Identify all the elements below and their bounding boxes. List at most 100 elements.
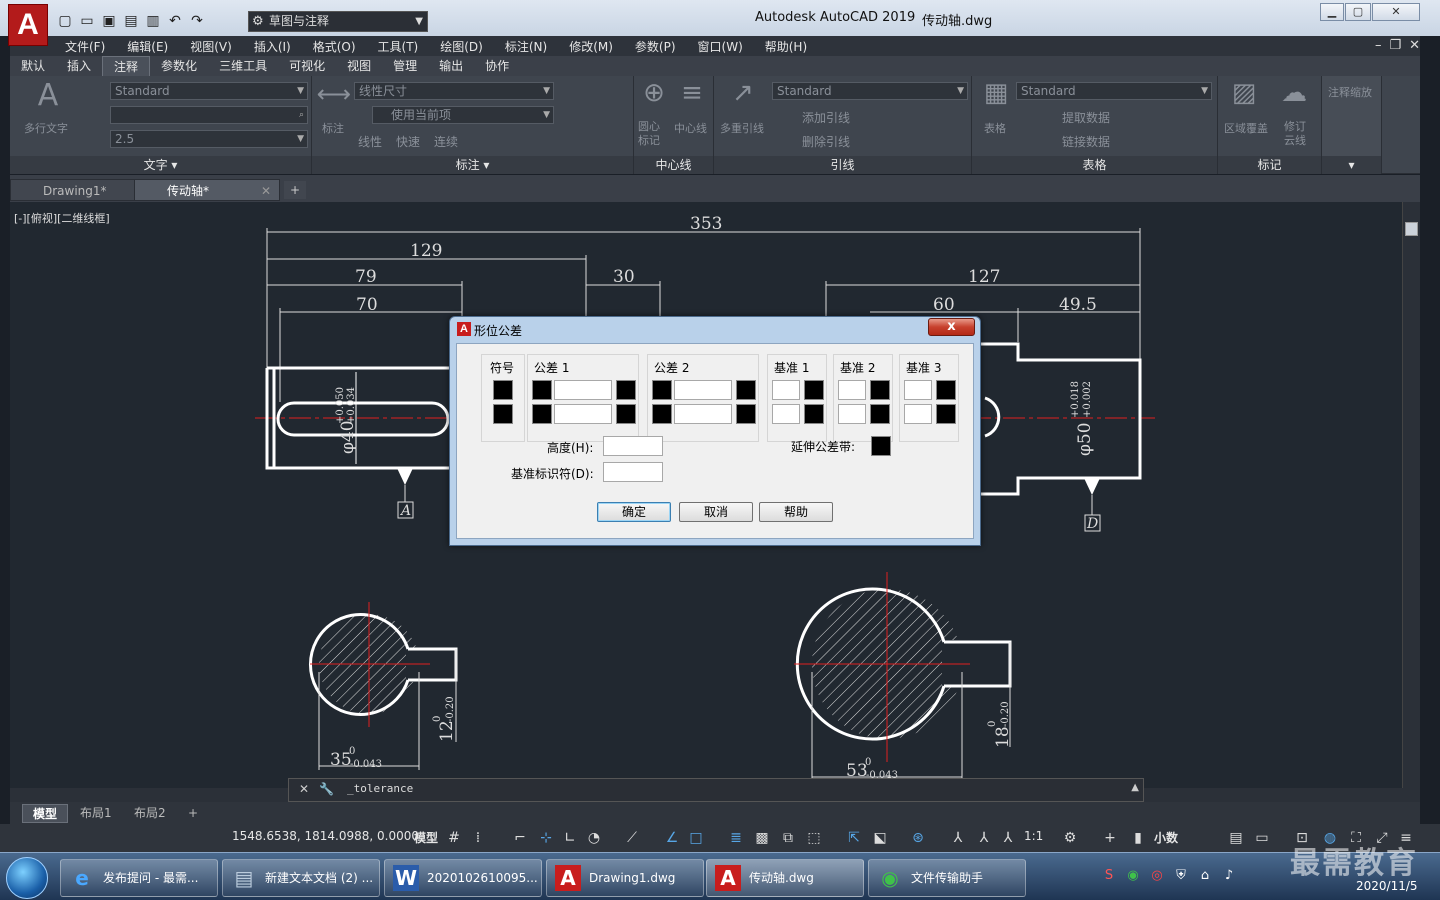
- tab-model[interactable]: 模型: [22, 804, 69, 823]
- menu-item-9[interactable]: 参数(P): [624, 38, 687, 55]
- material-2-button[interactable]: [736, 380, 756, 400]
- start-button[interactable]: [6, 857, 48, 899]
- task-notepad[interactable]: ▤ 新建文本文档 (2) ...: [222, 859, 380, 897]
- ribbon-tab-7[interactable]: 管理: [382, 56, 428, 76]
- task-word[interactable]: W 2020102610095...: [384, 859, 542, 897]
- lineweight-icon[interactable]: ≣: [726, 828, 746, 848]
- task-wechat[interactable]: ◉ 文件传输助手: [868, 859, 1026, 897]
- datum-1-input[interactable]: [772, 380, 800, 400]
- ribbon-tab-0[interactable]: 默认: [10, 56, 56, 76]
- text-height-combo[interactable]: 2.5 ▼: [110, 130, 308, 148]
- ribbon-tab-4[interactable]: 三维工具: [208, 56, 278, 76]
- osnap-icon[interactable]: □: [686, 828, 706, 848]
- shield-icon[interactable]: ⛨: [1172, 867, 1190, 885]
- weibo-icon[interactable]: ◎: [1148, 867, 1166, 885]
- dim-style-combo[interactable]: 线性尺寸 ▼: [354, 82, 554, 100]
- ribbon-tab-5[interactable]: 可视化: [278, 56, 336, 76]
- material-1-button[interactable]: [616, 380, 636, 400]
- datum-3-input[interactable]: [904, 380, 932, 400]
- dialog-close-button[interactable]: x: [928, 318, 975, 336]
- selection-filter-icon[interactable]: ⬕: [870, 828, 890, 848]
- chevron-up-icon[interactable]: ▲: [1131, 782, 1139, 793]
- menu-item-0[interactable]: 文件(F): [54, 38, 116, 55]
- tolerance-1-value-input[interactable]: [554, 380, 612, 400]
- command-line[interactable]: ✕ 🔧 _tolerance ▲: [288, 778, 1144, 802]
- dimension-icon[interactable]: ⟷: [316, 80, 352, 108]
- add-leader-button[interactable]: 添加引线: [802, 109, 850, 126]
- minimize-button[interactable]: ▁: [1320, 3, 1344, 21]
- tab-layout2[interactable]: 布局2: [124, 804, 176, 823]
- text-find-input[interactable]: ⌕: [110, 106, 308, 124]
- new-file-icon[interactable]: ▢: [56, 12, 74, 30]
- vertical-scrollbar[interactable]: [1402, 202, 1420, 788]
- dia-2-button[interactable]: [652, 380, 672, 400]
- table-icon[interactable]: ▦: [976, 78, 1016, 108]
- ribbon-tab-1[interactable]: 插入: [56, 56, 102, 76]
- app-logo-button[interactable]: A: [8, 4, 48, 46]
- table-style-combo[interactable]: Standard ▼: [1016, 82, 1212, 100]
- undo-icon[interactable]: ↶: [166, 12, 184, 30]
- plus-icon[interactable]: +: [1100, 828, 1120, 848]
- snap-icon[interactable]: ⁞: [468, 828, 488, 848]
- network-icon[interactable]: ⌂: [1196, 867, 1214, 885]
- datum-3b-input[interactable]: [904, 404, 932, 424]
- doc-tab-drawing1[interactable]: Drawing1*✕: [10, 179, 154, 201]
- tolerance-2b-value-input[interactable]: [674, 404, 732, 424]
- gear-icon[interactable]: ⚙: [1060, 828, 1080, 848]
- infer-icon[interactable]: ⌐: [510, 828, 530, 848]
- units-selector[interactable]: 小数: [1154, 829, 1178, 846]
- menu-item-6[interactable]: 绘图(D): [429, 38, 494, 55]
- wechat-tray-icon[interactable]: ◉: [1124, 867, 1142, 885]
- transparency-icon[interactable]: ▩: [752, 828, 772, 848]
- help-button[interactable]: 帮助: [759, 502, 833, 522]
- material-1b-button[interactable]: [616, 404, 636, 424]
- selection-cycling-icon[interactable]: ⧉: [778, 828, 798, 848]
- leader-style-combo[interactable]: Standard ▼: [772, 82, 968, 100]
- remove-leader-button[interactable]: 删除引线: [802, 133, 850, 150]
- symbol-2-button[interactable]: [493, 404, 513, 424]
- menu-item-10[interactable]: 窗口(W): [687, 38, 754, 55]
- add-layout-button[interactable]: +: [178, 804, 208, 823]
- close-button[interactable]: ✕: [1372, 3, 1420, 21]
- panel-annotation-scale[interactable]: 注释缩放 ▾: [1322, 76, 1382, 174]
- revcloud-icon[interactable]: ☁: [1274, 78, 1314, 108]
- menu-item-4[interactable]: 格式(O): [302, 38, 367, 55]
- annotation-visibility-icon[interactable]: ⅄: [948, 828, 968, 848]
- datum-1b-material-button[interactable]: [804, 404, 824, 424]
- 3d-osnap-icon[interactable]: ⬚: [804, 828, 824, 848]
- grid-icon[interactable]: #: [444, 828, 464, 848]
- text-style-combo[interactable]: Standard ▼: [110, 82, 308, 100]
- new-tab-button[interactable]: +: [284, 181, 306, 199]
- center-mark-icon[interactable]: ⊕: [636, 78, 672, 108]
- datum-2b-input[interactable]: [838, 404, 866, 424]
- task-ie[interactable]: e 发布提问 - 最需...: [60, 859, 218, 897]
- annotation-scale-icon[interactable]: ⅄: [998, 828, 1018, 848]
- model-space-toggle[interactable]: 模型: [414, 829, 438, 846]
- datum-2-input[interactable]: [838, 380, 866, 400]
- dia-2b-button[interactable]: [652, 404, 672, 424]
- wrench-icon[interactable]: 🔧: [319, 782, 334, 796]
- datum-3-material-button[interactable]: [936, 380, 956, 400]
- dim-layer-combo[interactable]: 使用当前项 ▼: [372, 106, 554, 124]
- projected-zone-button[interactable]: [871, 436, 891, 456]
- quick-properties-icon[interactable]: ▮: [1128, 828, 1148, 848]
- datum-1-material-button[interactable]: [804, 380, 824, 400]
- annotation-scale-value[interactable]: 1:1: [1024, 829, 1043, 843]
- link-data-button[interactable]: 链接数据: [1062, 133, 1110, 150]
- close-icon[interactable]: ✕: [299, 782, 309, 796]
- save-icon[interactable]: ▣: [100, 12, 118, 30]
- tolerance-1b-value-input[interactable]: [554, 404, 612, 424]
- height-input[interactable]: [603, 436, 663, 456]
- mtext-icon[interactable]: A: [24, 78, 72, 113]
- close-icon[interactable]: ✕: [261, 180, 271, 202]
- doc-restore-icon[interactable]: ❐: [1389, 38, 1401, 53]
- datum-2b-material-button[interactable]: [870, 404, 890, 424]
- print-icon[interactable]: ▥: [144, 12, 162, 30]
- osnap-track-icon[interactable]: ∠: [662, 828, 682, 848]
- wipeout-icon[interactable]: ▨: [1224, 78, 1264, 108]
- gizmo-icon[interactable]: ⊛: [908, 828, 928, 848]
- datum-3b-material-button[interactable]: [936, 404, 956, 424]
- extract-data-button[interactable]: 提取数据: [1062, 109, 1110, 126]
- menu-item-5[interactable]: 工具(T): [367, 38, 430, 55]
- ok-button[interactable]: 确定: [597, 502, 671, 522]
